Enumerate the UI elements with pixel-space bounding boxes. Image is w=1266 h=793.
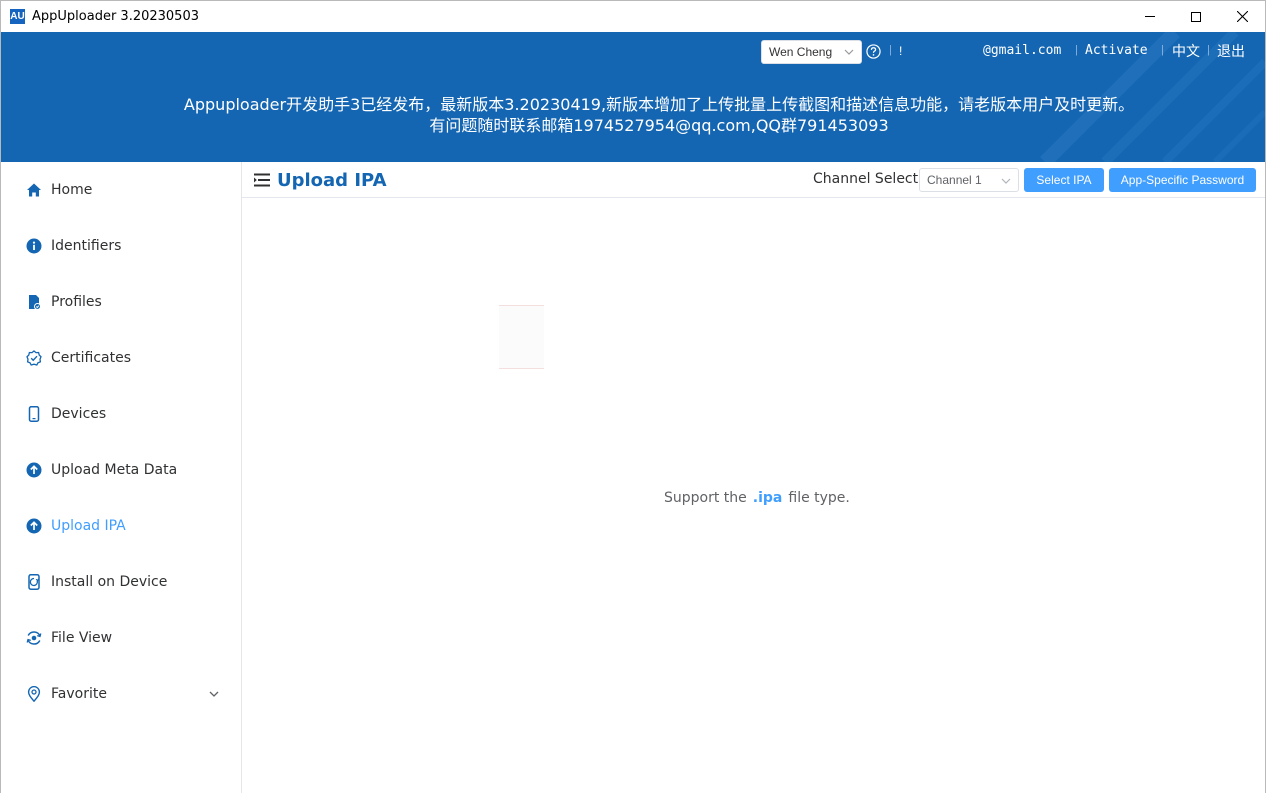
app-window: AU AppUploader 3.20230503 Wen Cheng | ! … <box>0 0 1266 793</box>
header-banner: Wen Cheng | ! @gmail.com | Activate | 中文… <box>1 32 1265 162</box>
page-title: Upload IPA <box>277 170 387 191</box>
sidebar-item-upload-ipa[interactable]: Upload IPA <box>1 498 241 554</box>
account-email: @gmail.com <box>983 43 1062 58</box>
close-icon <box>1236 11 1248 22</box>
sidebar-item-profiles[interactable]: Profiles <box>1 274 241 330</box>
upload-placeholder-image <box>499 305 544 369</box>
sidebar-item-label: Profiles <box>51 294 102 310</box>
info-icon <box>25 238 42 255</box>
sidebar-item-home[interactable]: Home <box>1 162 241 218</box>
upload-icon <box>25 462 42 479</box>
minimize-button[interactable] <box>1127 1 1173 32</box>
separator: | <box>1075 44 1078 56</box>
announcement-line-1: Appuploader开发助手3已经发布，最新版本3.20230419,新版本增… <box>183 95 1135 114</box>
close-button[interactable] <box>1219 1 1265 32</box>
app-specific-password-button[interactable]: App-Specific Password <box>1109 168 1256 192</box>
sidebar-item-label: Upload Meta Data <box>51 462 178 478</box>
profile-icon <box>25 294 42 311</box>
file-view-icon <box>25 630 42 647</box>
sidebar-item-certificates[interactable]: Certificates <box>1 330 241 386</box>
sidebar-item-label: File View <box>51 630 113 646</box>
minimize-icon <box>1145 16 1155 17</box>
sidebar-item-devices[interactable]: Devices <box>1 386 241 442</box>
chevron-down-icon <box>1001 178 1011 184</box>
sidebar-item-upload-meta-data[interactable]: Upload Meta Data <box>1 442 241 498</box>
chevron-down-icon[interactable] <box>209 690 219 698</box>
separator: | <box>1161 44 1164 56</box>
menu-toggle-icon[interactable] <box>254 173 270 187</box>
sidebar-item-label: Favorite <box>51 686 107 702</box>
location-icon <box>25 686 42 703</box>
sidebar-item-label: Identifiers <box>51 238 122 254</box>
main-content: Upload IPA Channel Select: Channel 1 Sel… <box>242 162 1265 793</box>
sidebar-item-label: Upload IPA <box>51 518 126 534</box>
install-icon <box>25 574 42 591</box>
help-icon[interactable] <box>866 44 881 59</box>
account-select-value: Wen Cheng <box>769 45 833 59</box>
announcement: Appuploader开发助手3已经发布，最新版本3.20230419,新版本增… <box>1 94 1265 136</box>
title-bar: AU AppUploader 3.20230503 <box>1 1 1265 32</box>
alert-link[interactable]: ! <box>899 44 902 58</box>
file-extension: .ipa <box>752 490 783 506</box>
sidebar-item-install-on-device[interactable]: Install on Device <box>1 554 241 610</box>
upload-icon <box>25 518 42 535</box>
separator: | <box>889 44 892 56</box>
account-select[interactable]: Wen Cheng <box>761 40 862 64</box>
toolbar: Upload IPA Channel Select: Channel 1 Sel… <box>242 162 1265 198</box>
language-link[interactable]: 中文 <box>1172 41 1200 61</box>
window-title: AppUploader 3.20230503 <box>32 9 199 24</box>
announcement-line-2: 有问题随时联系邮箱1974527954@qq.com,QQ群791453093 <box>429 116 889 135</box>
app-logo-icon: AU <box>10 9 25 24</box>
support-file-type-hint: Support the .ipa file type. <box>664 490 850 506</box>
sidebar-item-favorite[interactable]: Favorite <box>1 666 241 722</box>
support-prefix: Support the <box>664 490 747 506</box>
sidebar-item-label: Install on Device <box>51 574 168 590</box>
maximize-button[interactable] <box>1173 1 1219 32</box>
select-ipa-button[interactable]: Select IPA <box>1024 168 1104 192</box>
activate-link[interactable]: Activate <box>1085 43 1148 58</box>
channel-select-value: Channel 1 <box>927 173 982 187</box>
sidebar-item-file-view[interactable]: File View <box>1 610 241 666</box>
phone-icon <box>25 406 42 423</box>
sidebar-item-label: Home <box>51 182 93 198</box>
support-suffix: file type. <box>788 490 850 506</box>
sidebar-item-label: Certificates <box>51 350 132 366</box>
sidebar: Home Identifiers Profiles Certificates D <box>1 162 242 793</box>
chevron-down-icon <box>844 49 854 55</box>
sidebar-item-label: Devices <box>51 406 107 422</box>
maximize-icon <box>1191 11 1201 22</box>
channel-select-label: Channel Select: <box>813 171 923 187</box>
separator: | <box>1207 44 1210 56</box>
upload-drop-zone[interactable]: Support the .ipa file type. <box>242 198 1265 793</box>
certificate-icon <box>25 350 42 367</box>
channel-select[interactable]: Channel 1 <box>919 168 1019 192</box>
sidebar-item-identifiers[interactable]: Identifiers <box>1 218 241 274</box>
home-icon <box>25 182 42 199</box>
logout-link[interactable]: 退出 <box>1217 41 1245 61</box>
